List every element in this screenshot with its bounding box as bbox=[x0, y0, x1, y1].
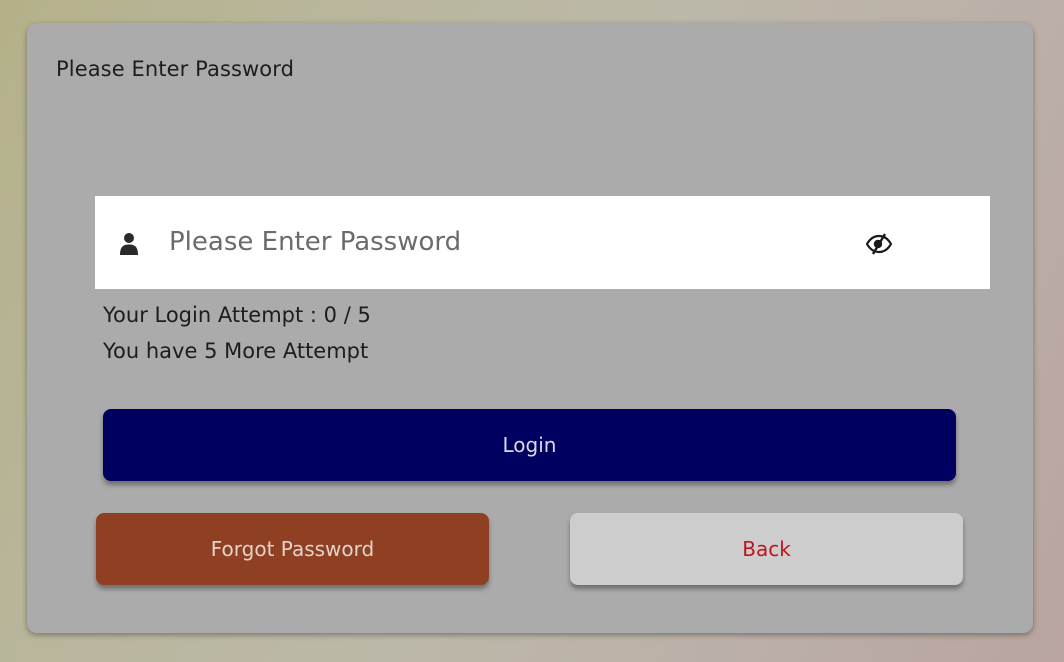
password-field-row bbox=[95, 196, 990, 289]
login-attempt-count: Your Login Attempt : 0 / 5 bbox=[103, 303, 371, 327]
login-card: Please Enter Password Your Login Attempt… bbox=[27, 23, 1033, 633]
user-icon bbox=[119, 232, 139, 256]
eye-slash-icon[interactable] bbox=[865, 232, 893, 256]
login-button[interactable]: Login bbox=[103, 409, 956, 481]
back-button[interactable]: Back bbox=[570, 513, 963, 585]
password-input[interactable] bbox=[169, 219, 819, 265]
card-title: Please Enter Password bbox=[56, 57, 295, 81]
remaining-attempts: You have 5 More Attempt bbox=[103, 339, 369, 363]
forgot-password-button[interactable]: Forgot Password bbox=[96, 513, 489, 585]
